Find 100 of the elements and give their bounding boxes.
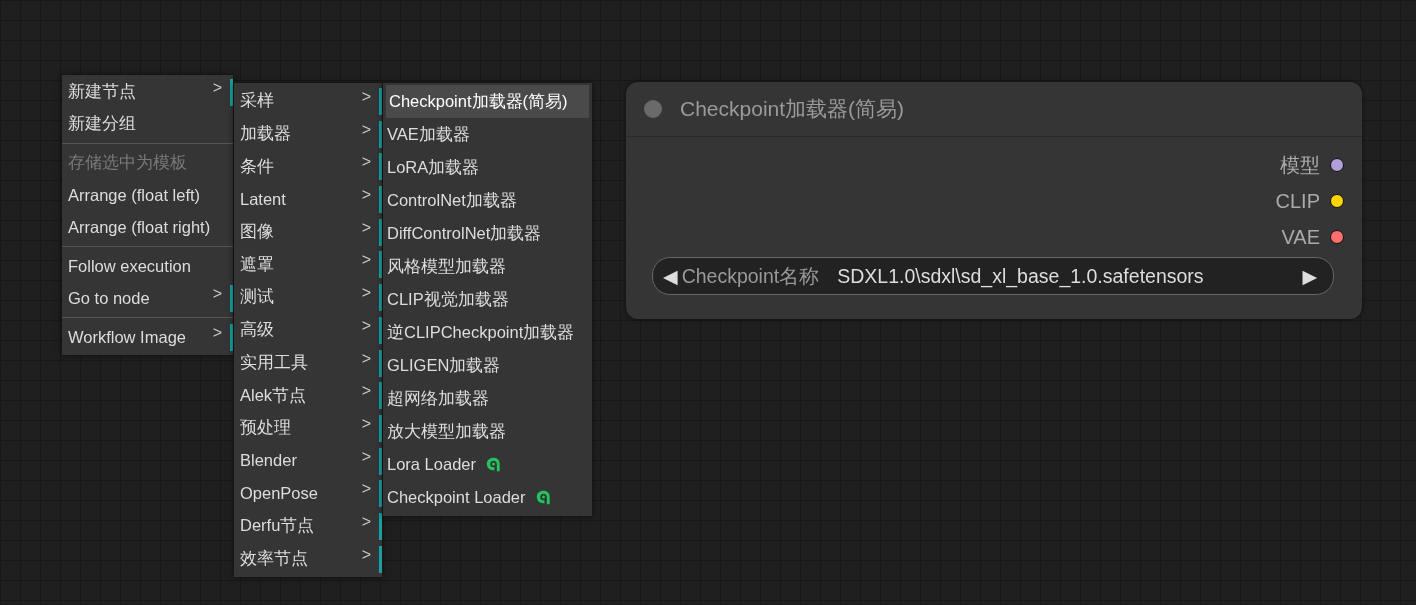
menu-item[interactable]: Arrange (float left) — [62, 179, 233, 211]
menu-item[interactable]: 逆CLIPCheckpoint加载器 — [383, 316, 592, 349]
menu-item-label: 图像 — [240, 221, 274, 243]
menu-item-label: Follow execution — [68, 256, 191, 276]
menu-item[interactable]: Checkpoint加载器(简易) — [386, 85, 589, 118]
menu-item[interactable]: CLIP视觉加载器 — [383, 283, 592, 316]
menu-item[interactable]: Alek节点 > — [234, 379, 382, 412]
submenu-arrow: > — [361, 480, 371, 499]
submenu-indicator — [379, 218, 382, 246]
menu-item-label: OpenPose — [240, 484, 318, 504]
submenu-indicator — [379, 284, 382, 312]
menu-item[interactable]: Latent > — [234, 183, 382, 216]
submenu-indicator — [379, 186, 382, 214]
menu-item[interactable]: Lora Loader — [383, 448, 592, 481]
menu-item-label: 条件 — [240, 155, 274, 177]
menu-item[interactable]: 新建节点 > — [62, 76, 233, 108]
menu-item[interactable]: 实用工具 > — [234, 346, 382, 380]
menu-item[interactable]: 高级 > — [234, 313, 382, 347]
menu-item-label: 新建节点 — [68, 81, 136, 102]
menu-item[interactable]: GLIGEN加载器 — [383, 349, 592, 382]
submenu-arrow: > — [361, 316, 371, 335]
submenu-arrow: > — [361, 382, 371, 401]
menu-item[interactable]: 遮罩 > — [234, 248, 382, 282]
submenu-arrow: > — [361, 251, 371, 270]
menu-item-label: 预处理 — [240, 417, 291, 439]
menu-item-label: DiffControlNet加载器 — [387, 222, 542, 244]
status-dot — [644, 100, 662, 118]
submenu-arrow: > — [361, 153, 371, 172]
menu-item[interactable]: Go to node > — [62, 282, 233, 314]
submenu-arrow: > — [361, 414, 371, 433]
menu-item-label: Lora Loader — [387, 455, 476, 474]
menu-item[interactable]: 测试 > — [234, 281, 382, 314]
submenu-arrow: > — [361, 447, 371, 466]
menu-item-label: 风格模型加载器 — [387, 255, 506, 277]
menu-item[interactable]: Blender > — [234, 444, 382, 478]
menu-item-label: 测试 — [240, 286, 274, 308]
submenu-indicator — [379, 382, 382, 410]
menu-item[interactable]: Workflow Image > — [62, 321, 233, 353]
submenu-arrow: > — [361, 186, 371, 205]
submenu-indicator — [379, 316, 382, 344]
submenu-indicator — [379, 120, 382, 148]
menu-item[interactable]: 预处理 > — [234, 411, 382, 445]
menu-item-label: Checkpoint加载器(简易) — [389, 90, 568, 112]
menu-item[interactable]: OpenPose > — [234, 477, 382, 510]
submenu-arrow: > — [361, 545, 371, 564]
next-arrow[interactable]: ▶ — [1302, 264, 1317, 288]
menu-item[interactable]: 采样 > — [234, 85, 382, 118]
submenu-indicator — [230, 285, 233, 312]
submenu-indicator — [379, 545, 382, 573]
menu-item[interactable]: Derfu节点 > — [234, 509, 382, 543]
submenu-indicator — [230, 79, 233, 106]
submenu-arrow: > — [361, 120, 371, 139]
menu-item-label: Go to node — [68, 288, 150, 308]
menu-item[interactable]: ControlNet加载器 — [383, 184, 592, 217]
checkpoint-combo[interactable]: ◀ Checkpoint名称 SDXL1.0\sdxl\sd_xl_base_1.0.safetensors ▶ — [652, 257, 1334, 295]
menu-item-label: Blender — [240, 451, 297, 471]
submenu-indicator — [379, 414, 382, 442]
previous-arrow[interactable]: ◀ — [663, 264, 678, 288]
submenu-arrow: > — [212, 79, 222, 97]
submenu-indicator — [379, 447, 382, 475]
menu-item-label: Arrange (float left) — [68, 185, 201, 205]
menu-item-label: 放大模型加载器 — [387, 420, 506, 442]
menu-item[interactable]: 放大模型加载器 — [383, 415, 592, 448]
menu-item[interactable]: 效率节点 > — [234, 542, 382, 576]
submenu-indicator — [379, 251, 382, 279]
output-label: CLIP — [1275, 189, 1320, 213]
output-slot[interactable] — [1330, 158, 1344, 172]
menu-item[interactable]: 超网络加载器 — [383, 382, 592, 415]
menu-item-label: 遮罩 — [240, 253, 274, 275]
output-label: VAE — [1281, 225, 1320, 249]
menu-item[interactable]: Follow execution — [62, 250, 233, 282]
menu-item[interactable]: LoRA加载器 — [383, 151, 592, 184]
output-label: 模型 — [1280, 152, 1320, 178]
menu-item-label: 实用工具 — [240, 351, 308, 373]
menu-item-label: 逆CLIPCheckpoint加载器 — [387, 321, 575, 343]
menu-item-label: Alek节点 — [240, 384, 307, 406]
node-card[interactable]: Checkpoint加载器(简易) 模型 CLIP VAE ◀ Checkpoint名称 SDXL1.0\sdxl\sd_xl_base_1.0.safetensors ▶ — [626, 82, 1362, 319]
menu-item[interactable]: 条件 > — [234, 150, 382, 184]
menu-item[interactable]: 图像 > — [234, 215, 382, 249]
menu-item-label: Derfu节点 — [240, 515, 315, 537]
submenu-indicator — [379, 349, 382, 377]
extension-icon — [484, 455, 503, 474]
menu-item-label: 超网络加载器 — [387, 387, 489, 409]
submenu-indicator — [230, 324, 233, 351]
menu-item-label: Arrange (float right) — [68, 217, 211, 237]
widget-value: SDXL1.0\sdxl\sd_xl_base_1.0.safetensors — [837, 264, 1205, 288]
output-slot[interactable] — [1330, 194, 1344, 208]
output-slot[interactable] — [1330, 230, 1344, 244]
menu-item[interactable]: Checkpoint Loader — [383, 481, 592, 514]
menu-item[interactable]: 风格模型加载器 — [383, 250, 592, 283]
menu-item[interactable]: VAE加载器 — [383, 118, 592, 151]
menu-item[interactable]: 加载器 > — [234, 117, 382, 151]
menu-item-label: 采样 — [240, 90, 274, 112]
menu-item[interactable]: 新建分组 — [62, 108, 233, 140]
menu-item-label: GLIGEN加载器 — [387, 354, 501, 376]
menu-item-label: 效率节点 — [240, 547, 308, 569]
submenu-indicator — [379, 512, 382, 540]
menu-item[interactable]: DiffControlNet加载器 — [383, 217, 592, 250]
menu-item-label: 新建分组 — [68, 113, 136, 134]
menu-item[interactable]: Arrange (float right) — [62, 211, 233, 243]
